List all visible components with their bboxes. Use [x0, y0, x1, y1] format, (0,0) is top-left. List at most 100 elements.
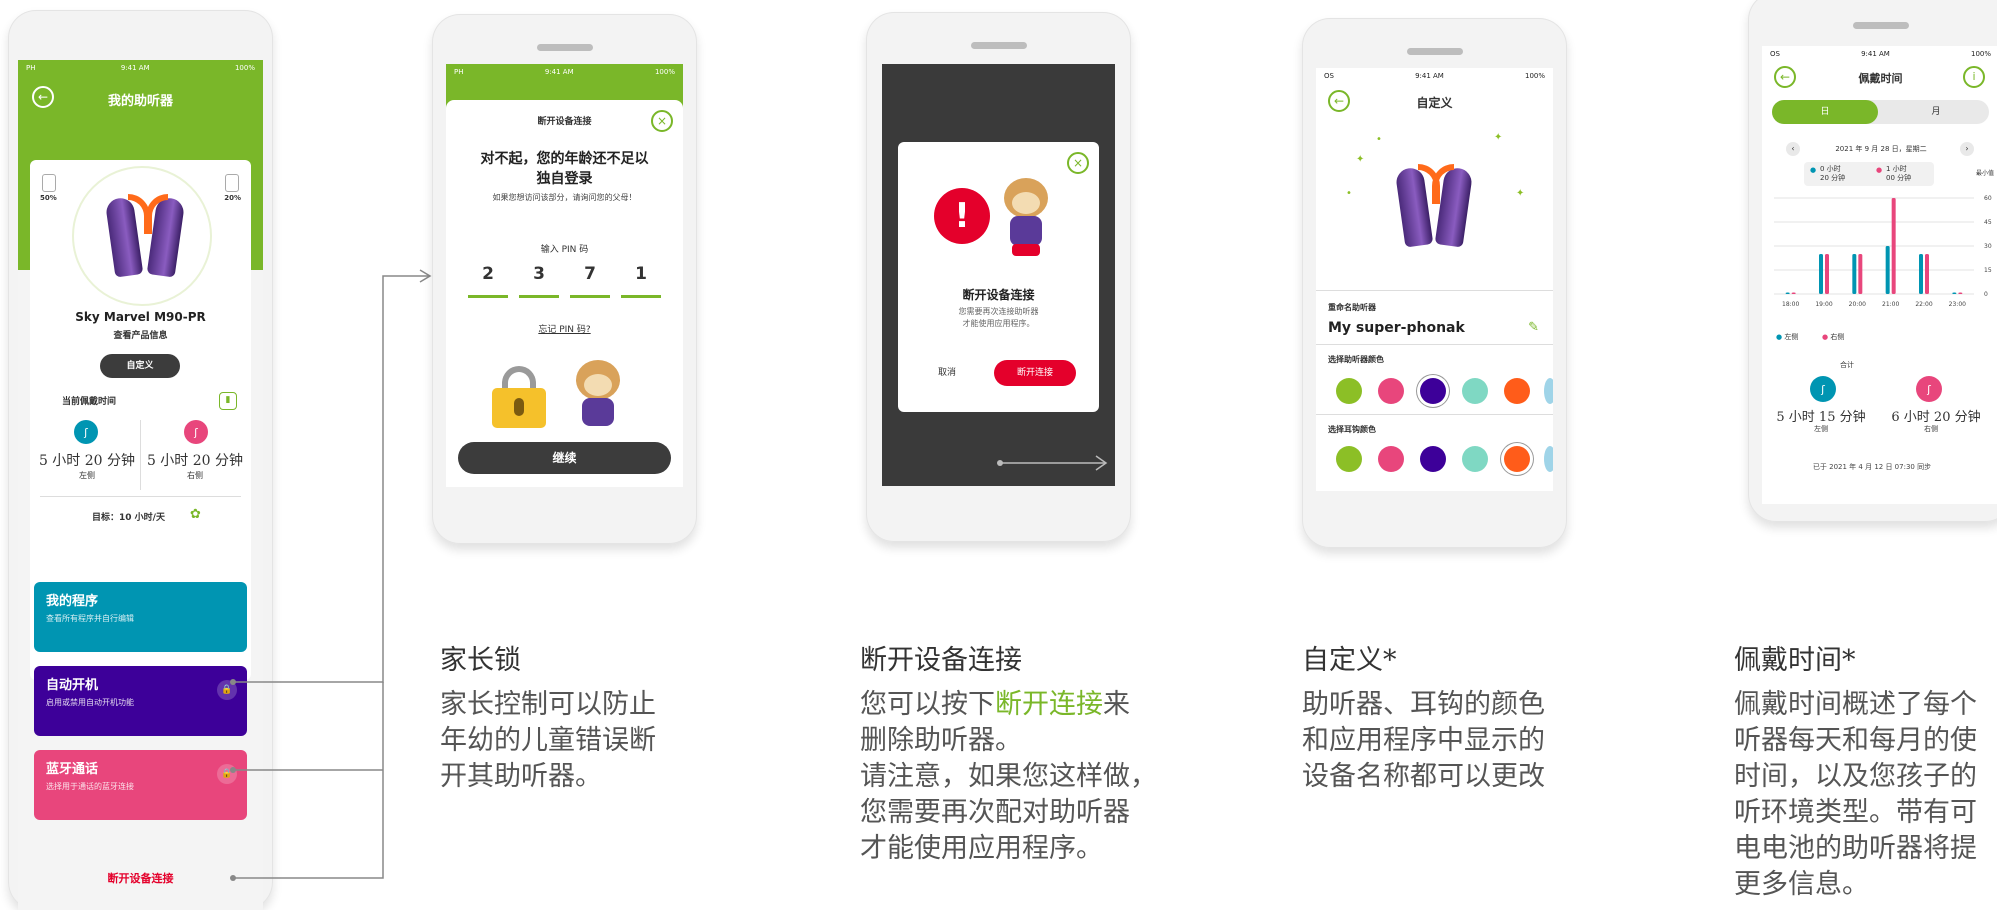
legend-left-minutes: 20 分钟 — [1820, 174, 1846, 182]
divider — [1316, 414, 1553, 415]
subtitle: 如果您想访问该部分，请询问您的父母！ — [492, 193, 637, 202]
x-tick-label: 18:00 — [1782, 301, 1799, 308]
bar-right — [1791, 292, 1796, 294]
caption-line: 佩戴时间概述了每个 — [1734, 689, 1977, 720]
caption-title: 自定义* — [1302, 645, 1397, 676]
color-swatch-green[interactable] — [1336, 446, 1362, 472]
caption-line: 删除助听器。 — [860, 725, 1022, 756]
carrier: OS — [1324, 72, 1334, 80]
color-swatch-orange[interactable] — [1504, 378, 1530, 404]
right-aid-icon: ʃ — [1916, 376, 1942, 402]
pin-digit: 1 — [621, 264, 661, 298]
prev-date-button[interactable]: ‹ — [1786, 142, 1800, 156]
carrier: PH — [454, 68, 464, 76]
status-bar: PH 9:41 AM 100% — [446, 64, 683, 80]
tab-day[interactable]: 日 — [1772, 100, 1878, 124]
caption-line: 请注意，如果您这样做， — [860, 761, 1157, 792]
battery-status: 100% — [654, 68, 675, 76]
bar-left — [1785, 292, 1790, 294]
caption-line: 更多信息。 — [1734, 869, 1869, 900]
page-title: 佩戴时间 — [1858, 72, 1903, 85]
caption-body: 家长控制可以防止 年幼的儿童错误断 开其助听器。 — [440, 687, 680, 795]
page-title: 自定义 — [1416, 96, 1453, 110]
caption-text: 您可以按下 — [860, 689, 995, 720]
info-button[interactable]: i — [1963, 66, 1985, 88]
left-total-time: 5 小时 15 分钟 — [1776, 410, 1866, 425]
screen-disconnect: × ! 断开设备连接 您需要再次连接助听器 才能使用应用程序。 取消 断开连接 — [882, 64, 1115, 486]
clock: 9:41 AM — [1861, 50, 1890, 58]
status-bar: OS 9:41 AM 100% — [1762, 46, 1997, 62]
bar-right — [1925, 254, 1929, 294]
speaker — [536, 44, 593, 51]
phone-parental-lock: PH 9:41 AM 100% 断开设备连接 × 对不起，您的年龄还不足以 独自… — [432, 14, 697, 544]
edit-pencil-icon[interactable]: ✎ — [1528, 320, 1539, 335]
left-aid-icon: ʃ — [1810, 376, 1836, 402]
y-tick-label: 30 — [1984, 243, 1992, 250]
next-date-button[interactable]: › — [1960, 142, 1974, 156]
battery-status: 100% — [1970, 50, 1991, 58]
date-label: 2021 年 9 月 28 日，星期二 — [1835, 145, 1927, 153]
lion-mascot-icon — [568, 360, 628, 430]
divider — [1316, 290, 1553, 291]
pin-digit: 2 — [468, 264, 508, 298]
pointer-arrow — [997, 455, 1108, 471]
forgot-pin-link[interactable]: 忘记 PIN 码? — [446, 322, 683, 335]
color-swatch-orange[interactable] — [1504, 446, 1530, 472]
close-icon: × — [656, 114, 668, 128]
color-swatch-mint[interactable] — [1462, 378, 1488, 404]
screen-parental-lock: PH 9:41 AM 100% 断开设备连接 × 对不起，您的年龄还不足以 独自… — [446, 64, 683, 487]
heading-line2: 独自登录 — [536, 171, 593, 187]
caption-wear-time: 佩戴时间* 佩戴时间概述了每个 听器每天和每月的使 时间，以及您孩子的 听环境类… — [1734, 638, 1997, 903]
caption-disconnect: 断开设备连接 您可以按下断开连接来 删除助听器。 请注意，如果您这样做， 您需要… — [860, 638, 1180, 867]
tab-month[interactable]: 月 — [1883, 100, 1989, 124]
caption-text: 来 — [1103, 689, 1130, 720]
status-bar: OS 9:41 AM 100% — [1316, 68, 1553, 84]
padlock-icon — [492, 366, 546, 428]
caption-customize: 自定义* 助听器、耳钩的颜色 和应用程序中显示的 设备名称都可以更改 — [1302, 638, 1592, 795]
bar-right — [1958, 292, 1963, 294]
wear-time-chart: 0 15 30 45 60 18:00 19:00 20:00 21:00 22:00 23:00 — [1774, 195, 1992, 308]
color-swatch-purple[interactable] — [1420, 378, 1446, 404]
caption-body: 佩戴时间概述了每个 听器每天和每月的使 时间，以及您孩子的 听环境类型。带有可 … — [1734, 687, 1997, 903]
x-tick-label: 20:00 — [1849, 301, 1866, 308]
aid-color-label: 选择助听器颜色 — [1328, 355, 1384, 364]
hearing-aid-image — [1380, 148, 1490, 258]
speaker — [1852, 22, 1909, 29]
close-button[interactable]: × — [651, 110, 673, 132]
caption-line: 设备名称都可以更改 — [1302, 761, 1545, 792]
color-swatch-pink[interactable] — [1378, 378, 1404, 404]
clock: 9:41 AM — [544, 68, 574, 76]
caption-line: 听环境类型。带有可 — [1734, 797, 1977, 828]
bar-left — [1952, 292, 1957, 294]
color-swatch-pink[interactable] — [1378, 446, 1404, 472]
divider — [1316, 344, 1553, 345]
pin-digit: 3 — [519, 264, 559, 298]
caption-highlight: 断开连接 — [995, 689, 1103, 720]
color-swatch-lightblue[interactable] — [1544, 446, 1553, 472]
x-tick-label: 22:00 — [1915, 301, 1932, 308]
device-name-field[interactable]: My super-phonak — [1328, 320, 1465, 336]
phone-disconnect: × ! 断开设备连接 您需要再次连接助听器 才能使用应用程序。 取消 断开连接 — [866, 12, 1131, 542]
caption-line: 家长控制可以防止 — [440, 689, 656, 720]
continue-button[interactable]: 继续 — [458, 442, 671, 474]
lock-modal: 断开设备连接 × 对不起，您的年龄还不足以 独自登录 如果您想访问该部分，请询问… — [446, 100, 683, 487]
color-swatch-lightblue[interactable] — [1544, 378, 1553, 404]
chart-legend-right: ● 右侧 — [1822, 333, 1845, 341]
rename-label: 重命名助听器 — [1328, 303, 1376, 312]
color-swatch-mint[interactable] — [1462, 446, 1488, 472]
caption-line: 时间，以及您孩子的 — [1734, 761, 1977, 792]
hook-color-row — [1316, 442, 1553, 476]
y-tick-label: 15 — [1984, 267, 1992, 274]
speaker — [970, 42, 1027, 49]
pin-input[interactable]: 2 3 7 1 — [468, 264, 661, 298]
color-swatch-green[interactable] — [1336, 378, 1362, 404]
min-label: 最小值 — [1976, 170, 1995, 177]
y-tick-label: 45 — [1984, 219, 1992, 226]
pin-digit: 7 — [570, 264, 610, 298]
phone-wear-time: OS 9:41 AM 100% ← 佩戴时间 i 日 月 ‹ 2021 年 9 … — [1748, 0, 1997, 522]
caption-line: 听器每天和每月的使 — [1734, 725, 1977, 756]
color-swatch-purple[interactable] — [1420, 446, 1446, 472]
y-tick-label: 0 — [1984, 291, 1988, 298]
aid-color-row — [1316, 374, 1553, 408]
bar-left — [1819, 254, 1823, 294]
